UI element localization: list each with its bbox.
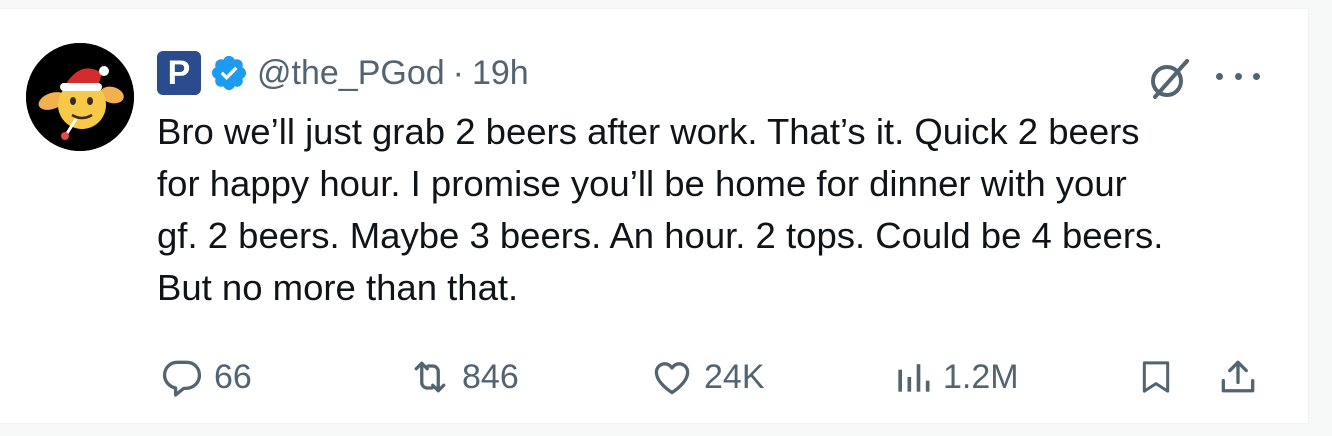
like-count: 24K	[704, 357, 765, 396]
share-button[interactable]	[1216, 352, 1260, 402]
bookmark-icon	[1142, 361, 1170, 393]
reply-button[interactable]: 66	[160, 352, 252, 402]
action-bar: 66 846 24K 1.2M	[0, 352, 1308, 402]
tweet-text-line: for happy hour. I promise you’ll be home…	[157, 163, 1127, 204]
repost-icon	[414, 361, 446, 393]
tweet-text-line: But no more than that.	[157, 267, 519, 308]
views-count: 1.2M	[943, 357, 1019, 396]
tweet-card[interactable]: P @the_PGod · 19h Bro we’ll just grab 2 …	[0, 8, 1309, 424]
affiliate-badge[interactable]: P	[157, 51, 201, 95]
share-icon	[1221, 360, 1255, 393]
bookmark-button[interactable]	[1136, 352, 1176, 402]
christmas-emoji-avatar-icon	[26, 43, 134, 151]
reply-count: 66	[214, 357, 252, 396]
user-handle[interactable]: @the_PGod	[257, 54, 445, 93]
tweet-text-line: Bro we’ll just grab 2 beers after work. …	[157, 111, 1140, 152]
avatar[interactable]	[26, 43, 134, 151]
dot	[1234, 72, 1242, 80]
separator: ·	[452, 53, 464, 92]
reply-icon	[162, 360, 202, 397]
tweet-text: Bro we’ll just grab 2 beers after work. …	[157, 106, 1277, 314]
grok-icon[interactable]	[1143, 53, 1195, 105]
verified-icon[interactable]	[209, 53, 249, 93]
more-icon[interactable]	[1216, 61, 1260, 91]
like-button[interactable]: 24K	[650, 352, 765, 402]
dot	[1253, 72, 1260, 80]
views-icon	[898, 364, 930, 392]
views-button[interactable]: 1.2M	[893, 352, 1019, 402]
like-icon	[654, 362, 690, 395]
repost-button[interactable]: 846	[408, 352, 519, 402]
repost-count: 846	[462, 357, 519, 396]
tweet-header: P @the_PGod · 19h	[157, 47, 529, 99]
tweet-text-line: gf. 2 beers. Maybe 3 beers. An hour. 2 t…	[157, 215, 1164, 256]
timestamp[interactable]: 19h	[472, 54, 529, 93]
dot	[1216, 72, 1223, 80]
